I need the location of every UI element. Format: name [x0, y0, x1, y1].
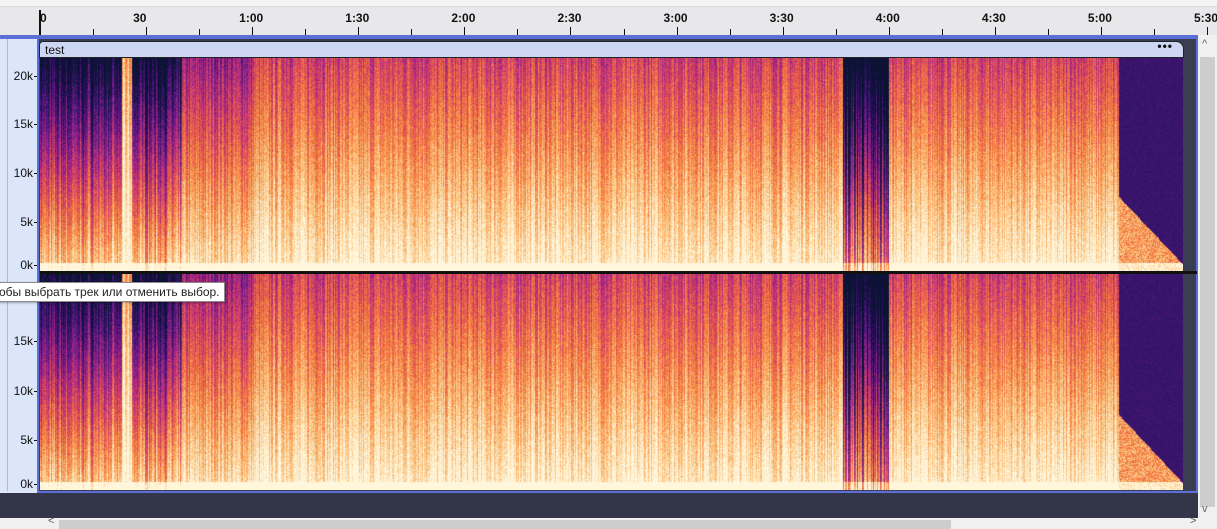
timeline-label: 4:30 — [981, 11, 1006, 25]
scroll-up-icon[interactable]: ^ — [1202, 38, 1207, 50]
timeline-major-tick — [1100, 27, 1102, 35]
timeline-major-tick — [40, 27, 41, 35]
frequency-label: 0k — [20, 477, 33, 491]
frequency-label: 0k — [20, 258, 33, 272]
timeline-label: 30 — [133, 11, 147, 25]
timeline-major-tick — [464, 27, 466, 35]
frequency-label: 15k — [13, 117, 33, 132]
timeline-label: 4:00 — [875, 11, 900, 25]
vertical-scroll-thumb[interactable] — [1200, 57, 1215, 507]
spectrogram-channel-2[interactable] — [40, 274, 1183, 490]
frequency-label: 5k — [20, 215, 33, 230]
tooltip: обы выбрать трек или отменить выбор. — [0, 282, 225, 302]
frequency-label: 15k — [13, 334, 33, 349]
frequency-label: 5k — [20, 433, 33, 448]
timeline-major-tick — [676, 27, 678, 35]
empty-track-space[interactable] — [0, 493, 1198, 518]
timeline-label: 2:00 — [451, 11, 476, 25]
frequency-label: 20k — [13, 68, 33, 83]
clip-menu-button[interactable]: ••• — [1157, 39, 1173, 53]
timeline-label: 5:00 — [1087, 11, 1112, 25]
frequency-label: 10k — [13, 383, 33, 398]
timeline-label: 5:30 — [1194, 11, 1217, 25]
horizontal-scroll-thumb[interactable] — [59, 520, 951, 529]
clip-header[interactable]: test ••• — [39, 39, 1184, 58]
timeline-ruler[interactable]: 0 30 1:00 1:30 2:00 2:30 3:00 3:30 4:00 4:30 5:00 5… — [0, 7, 1217, 35]
spectrogram-channel-1[interactable] — [40, 58, 1183, 271]
timeline-label: 3:00 — [663, 11, 688, 25]
timeline-label: 0 — [40, 11, 47, 25]
track-control-panel[interactable] — [0, 39, 8, 491]
frequency-ruler[interactable]: 20k 15k 10k 5k 0k 15k 10k 5k 0k — [8, 39, 39, 491]
timeline-label: 2:30 — [557, 11, 582, 25]
timeline-major-tick — [146, 27, 148, 35]
timeline-major-tick — [358, 27, 360, 35]
timeline-label: 1:30 — [345, 11, 370, 25]
timeline-major-tick — [994, 27, 996, 35]
scroll-down-icon[interactable]: v — [1202, 503, 1208, 515]
timeline-label: 3:30 — [769, 11, 794, 25]
horizontal-scrollbar[interactable]: < > — [0, 515, 1217, 529]
timeline-label: 1:00 — [239, 11, 264, 25]
timeline-major-tick — [570, 27, 572, 35]
timeline-major-tick — [252, 27, 254, 35]
timeline-major-tick — [1207, 27, 1208, 35]
scroll-left-icon[interactable]: < — [48, 515, 54, 527]
timeline-major-tick — [888, 27, 890, 35]
clip-name[interactable]: test — [45, 43, 64, 57]
toolbar-strip — [0, 0, 1217, 7]
scroll-right-icon[interactable]: > — [1190, 515, 1196, 527]
timeline-major-tick — [782, 27, 784, 35]
vertical-scrollbar[interactable]: ^ v — [1198, 35, 1217, 518]
frequency-label: 10k — [13, 166, 33, 181]
